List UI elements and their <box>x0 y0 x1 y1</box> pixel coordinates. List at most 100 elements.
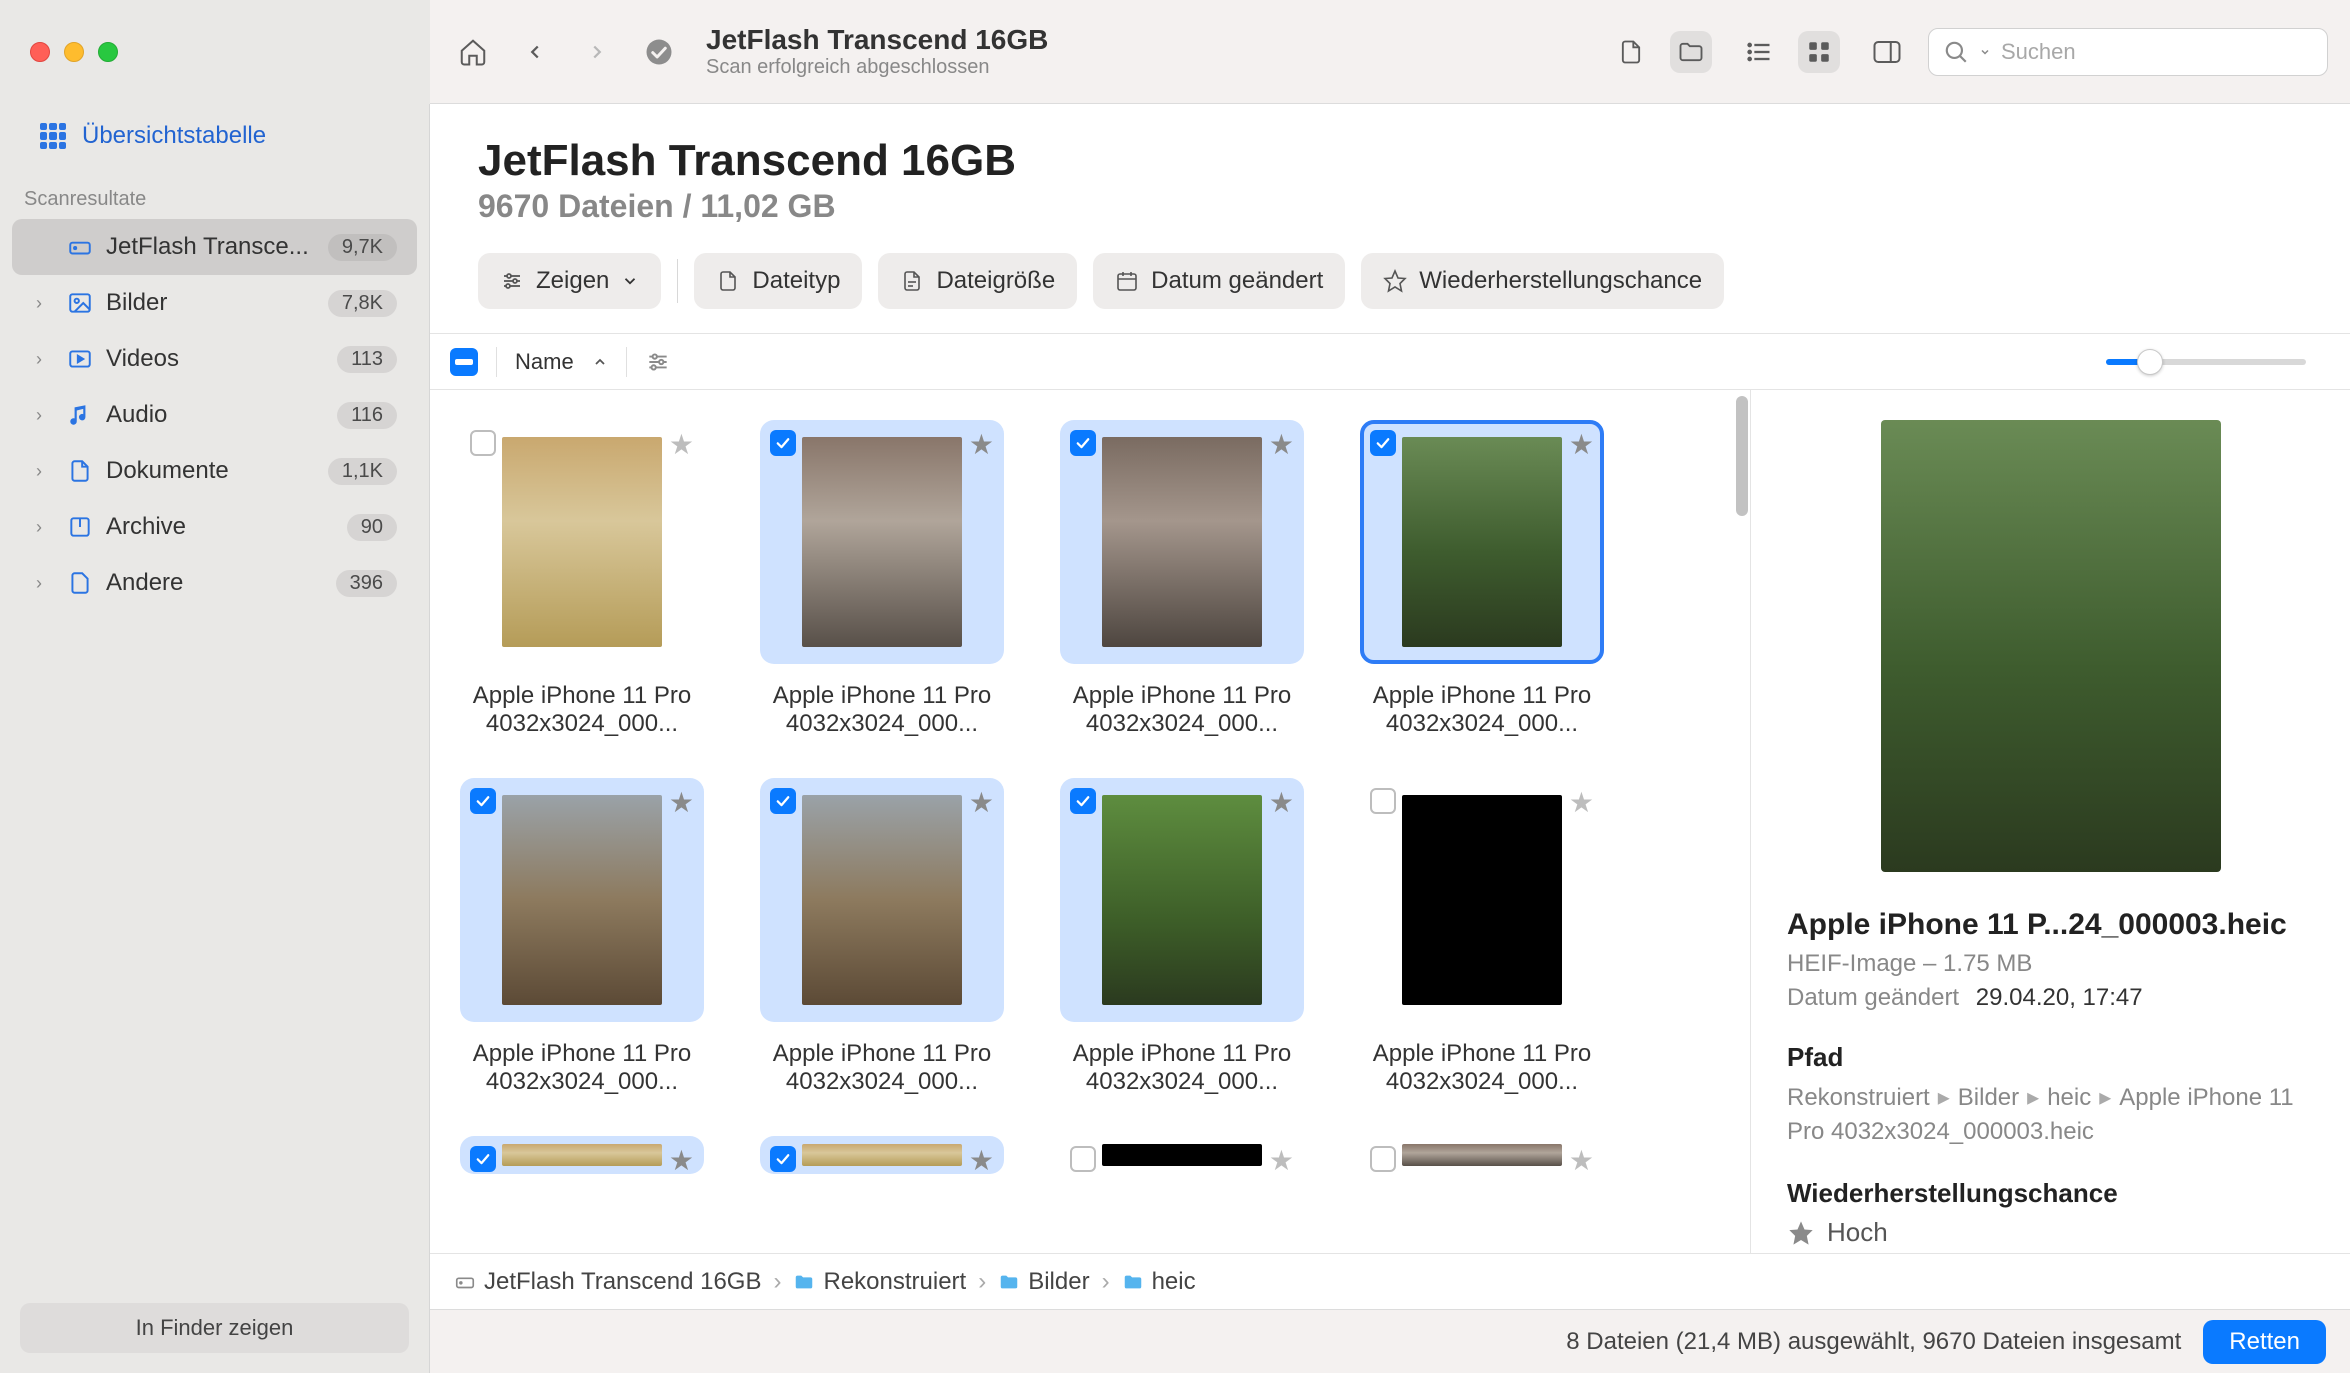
select-checkbox[interactable] <box>1070 430 1096 456</box>
status-bar: 8 Dateien (21,4 MB) ausgewählt, 9670 Dat… <box>430 1309 2350 1373</box>
select-checkbox[interactable] <box>470 1146 496 1172</box>
filter-date-modified[interactable]: Datum geändert <box>1093 253 1345 309</box>
folder-view-icon[interactable] <box>1670 31 1712 73</box>
select-checkbox[interactable] <box>770 430 796 456</box>
favorite-star[interactable]: ★ <box>669 786 694 819</box>
favorite-star[interactable]: ★ <box>969 428 994 461</box>
sidebar-item-image[interactable]: ›Bilder7,8K <box>12 275 417 331</box>
favorite-star[interactable]: ★ <box>1269 1144 1294 1177</box>
inspector-recovery-value: Hoch <box>1787 1217 2314 1248</box>
sidebar-item-label: Dokumente <box>106 457 316 485</box>
filter-show[interactable]: Zeigen <box>478 253 661 309</box>
chevron-right-icon: › <box>36 293 54 314</box>
star-icon <box>1787 1219 1815 1247</box>
select-checkbox[interactable] <box>770 1146 796 1172</box>
select-checkbox[interactable] <box>1370 1146 1396 1172</box>
breadcrumb-segment[interactable]: JetFlash Transcend 16GB <box>454 1268 761 1296</box>
recover-button[interactable]: Retten <box>2203 1320 2326 1364</box>
new-file-icon[interactable] <box>1610 31 1652 73</box>
file-tile[interactable]: ★ Apple iPhone 11 Pro4032x3024_000... <box>460 778 704 1096</box>
file-label: Apple iPhone 11 Pro4032x3024_000... <box>460 1040 704 1096</box>
grid-view-icon[interactable] <box>1798 31 1840 73</box>
minimize-window[interactable] <box>64 42 84 62</box>
file-tile[interactable]: ★ Apple iPhone 11 Pro4032x3024_000... <box>1360 420 1604 738</box>
sort-asc-icon[interactable] <box>592 354 608 370</box>
breadcrumb-segment[interactable]: heic <box>1122 1268 1196 1296</box>
select-all-checkbox[interactable] <box>450 348 478 376</box>
home-button[interactable] <box>452 31 494 73</box>
thumbnail <box>1102 795 1262 1005</box>
search-field[interactable] <box>1928 28 2328 76</box>
sidebar-item-count: 90 <box>347 514 397 541</box>
file-tile[interactable]: ★Apple iPhone 11 Pro4032x3024_000... <box>460 420 704 738</box>
file-tile[interactable]: ★ <box>760 1136 1004 1174</box>
search-input[interactable] <box>2001 39 2313 65</box>
filter-filetype[interactable]: Dateityp <box>694 253 862 309</box>
select-checkbox[interactable] <box>1370 430 1396 456</box>
sidebar-item-drive[interactable]: JetFlash Transce...9,7K <box>12 219 417 275</box>
file-grid: ★ Apple iPhone 11 Pro4032x3024_000... ★ App… <box>430 390 1750 1253</box>
breadcrumb-segment[interactable]: Rekonstruiert <box>793 1268 966 1296</box>
select-checkbox[interactable] <box>1070 788 1096 814</box>
inspector-date: Datum geändert 29.04.20, 17:47 <box>1787 984 2314 1012</box>
folder-icon <box>998 1271 1020 1293</box>
thumbnail <box>1102 1144 1262 1166</box>
toggle-inspector-icon[interactable] <box>1866 31 1908 73</box>
favorite-star[interactable]: ★ <box>1569 428 1594 461</box>
select-checkbox[interactable] <box>1370 788 1396 814</box>
back-button[interactable] <box>514 31 556 73</box>
sidebar: Übersichtstabelle Scanresultate JetFlash… <box>0 104 430 1373</box>
favorite-star[interactable]: ★ <box>669 1144 694 1177</box>
select-checkbox[interactable] <box>470 430 496 456</box>
sidebar-item-archive[interactable]: ›Archive90 <box>12 499 417 555</box>
page-title: JetFlash Transcend 16GB <box>478 136 2350 186</box>
chevron-down-icon[interactable] <box>1979 46 1991 58</box>
scrollbar[interactable] <box>1736 396 1748 1247</box>
inspector-filename: Apple iPhone 11 P...24_000003.heic <box>1787 908 2314 942</box>
zoom-window[interactable] <box>98 42 118 62</box>
select-checkbox[interactable] <box>470 788 496 814</box>
thumbnail <box>802 437 962 647</box>
sidebar-item-label: Andere <box>106 569 324 597</box>
folder-icon <box>793 1271 815 1293</box>
overview-table-link[interactable]: Übersichtstabelle <box>0 104 429 168</box>
favorite-star[interactable]: ★ <box>1569 786 1594 819</box>
sidebar-item-video[interactable]: ›Videos113 <box>12 331 417 387</box>
forward-button[interactable] <box>576 31 618 73</box>
sidebar-item-audio[interactable]: ›Audio116 <box>12 387 417 443</box>
sidebar-item-label: Archive <box>106 513 335 541</box>
content-header: JetFlash Transcend 16GB 9670 Dateien / 1… <box>430 104 2350 334</box>
column-settings-icon[interactable] <box>645 349 671 375</box>
inspector-meta: HEIF-Image – 1.75 MB <box>1787 950 2314 978</box>
favorite-star[interactable]: ★ <box>969 1144 994 1177</box>
favorite-star[interactable]: ★ <box>969 786 994 819</box>
favorite-star[interactable]: ★ <box>1269 428 1294 461</box>
favorite-star[interactable]: ★ <box>1569 1144 1594 1177</box>
file-tile[interactable]: ★ <box>1360 1136 1604 1174</box>
favorite-star[interactable]: ★ <box>1269 786 1294 819</box>
file-tile[interactable]: ★ <box>460 1136 704 1174</box>
file-tile[interactable]: ★Apple iPhone 11 Pro4032x3024_000... <box>1060 420 1304 738</box>
filter-filesize[interactable]: Dateigröße <box>878 253 1077 309</box>
thumbnail-size-slider[interactable] <box>2106 359 2306 365</box>
file-tile[interactable]: ★Apple iPhone 11 Pro4032x3024_000... <box>1360 778 1604 1096</box>
breadcrumb-segment[interactable]: Bilder <box>998 1268 1089 1296</box>
close-window[interactable] <box>30 42 50 62</box>
file-tile[interactable]: ★ Apple iPhone 11 Pro4032x3024_000... <box>760 420 1004 738</box>
show-in-finder-button[interactable]: In Finder zeigen <box>20 1303 409 1353</box>
sidebar-item-other[interactable]: ›Andere396 <box>12 555 417 611</box>
folder-icon <box>1122 1271 1144 1293</box>
select-checkbox[interactable] <box>770 788 796 814</box>
column-name[interactable]: Name <box>515 349 574 375</box>
file-tile[interactable]: ★Apple iPhone 11 Pro4032x3024_000... <box>1060 778 1304 1096</box>
select-checkbox[interactable] <box>1070 1146 1096 1172</box>
list-view-icon[interactable] <box>1738 31 1780 73</box>
filter-recovery-chance[interactable]: Wiederherstellungschance <box>1361 253 1724 309</box>
file-tile[interactable]: ★Apple iPhone 11 Pro4032x3024_000... <box>760 778 1004 1096</box>
favorite-star[interactable]: ★ <box>669 428 694 461</box>
sidebar-item-document[interactable]: ›Dokumente1,1K <box>12 443 417 499</box>
file-tile[interactable]: ★ <box>1060 1136 1304 1174</box>
file-label: Apple iPhone 11 Pro4032x3024_000... <box>1360 682 1604 738</box>
file-label: Apple iPhone 11 Pro4032x3024_000... <box>760 682 1004 738</box>
sidebar-item-count: 7,8K <box>328 290 397 317</box>
